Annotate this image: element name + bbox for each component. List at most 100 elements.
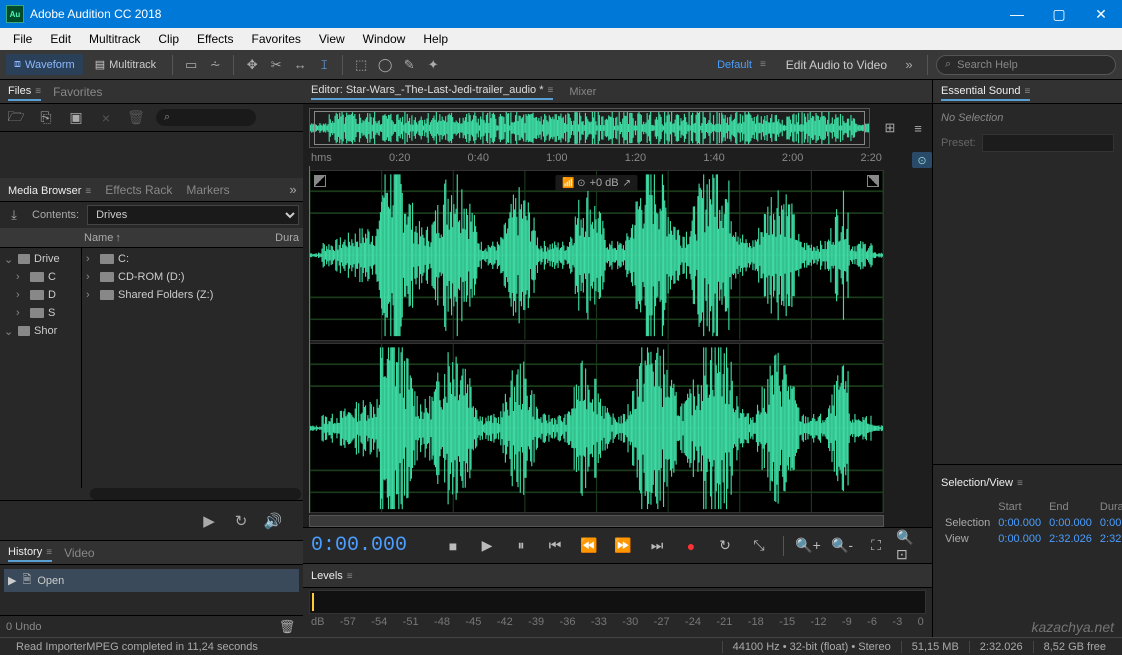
import-icon[interactable]: ⎘ xyxy=(36,108,56,128)
record-button[interactable]: ● xyxy=(677,534,705,558)
maximize-button[interactable]: ▢ xyxy=(1038,0,1080,28)
multitrack-mode-button[interactable]: ▤Multitrack xyxy=(87,54,164,75)
close-button[interactable]: ✕ xyxy=(1080,0,1122,28)
download-icon[interactable]: ⤓ xyxy=(4,205,24,225)
menu-view[interactable]: View xyxy=(310,28,354,50)
zoom-full-button[interactable]: ⛶ xyxy=(862,534,890,558)
go-end-button[interactable]: ⏭ xyxy=(643,534,671,558)
zoom-selection-button[interactable]: 🔍⊡ xyxy=(896,534,924,558)
channel-left[interactable]: 📶 ⊙ +0 dB ↗ dB-3-6-12-∞-12-6-3dB L xyxy=(309,170,884,341)
tab-markers[interactable]: Markers xyxy=(186,183,229,197)
tree-item[interactable]: ⌄Shor xyxy=(0,322,81,340)
channel-corner-tr-icon[interactable] xyxy=(867,175,879,187)
play-button[interactable]: ▶ xyxy=(473,534,501,558)
tree-item[interactable]: ›C: xyxy=(82,250,303,268)
preview-loop-icon[interactable]: ↻ xyxy=(231,511,251,531)
tree-item[interactable]: ›S xyxy=(0,304,81,322)
rewind-button[interactable]: ⏪ xyxy=(575,534,603,558)
search-help-input[interactable]: ⌕Search Help xyxy=(936,55,1116,75)
history-trash-icon[interactable]: 🗑 xyxy=(277,617,297,637)
loop-button[interactable]: ↻ xyxy=(711,534,739,558)
pitch-toggle-icon[interactable]: ⩪ xyxy=(205,55,225,75)
marquee-tool-icon[interactable]: ⬚ xyxy=(351,55,371,75)
skip-selection-button[interactable]: ⤡ xyxy=(745,534,773,558)
tab-favorites[interactable]: Favorites xyxy=(53,85,102,99)
menu-file[interactable]: File xyxy=(4,28,41,50)
waveform-icon: ⧈ xyxy=(14,58,21,71)
preview-play-icon[interactable]: ▶ xyxy=(199,511,219,531)
minimize-button[interactable]: — xyxy=(996,0,1038,28)
sort-asc-icon[interactable]: ↑ xyxy=(115,232,121,244)
status-message: Read ImporterMPEG completed in 11,24 sec… xyxy=(6,641,722,653)
tab-history[interactable]: History≡ xyxy=(8,544,52,562)
transport-bar: 0:00.000 ■ ▶ ⏸ ⏮ ⏪ ⏩ ⏭ ● ↻ ⤡ 🔍+ 🔍- ⛶ 🔍⊡ xyxy=(303,527,932,563)
menu-multitrack[interactable]: Multitrack xyxy=(80,28,149,50)
timecode-display[interactable]: 0:00.000 xyxy=(311,534,407,557)
editor-tabs: Editor: Star-Wars_-The-Last-Jedi-trailer… xyxy=(303,80,932,104)
files-search-input[interactable]: ⌕ xyxy=(156,109,256,126)
insert-icon[interactable]: ▣ xyxy=(66,108,86,128)
status-sample-format: 44100 Hz • 32-bit (float) • Stereo xyxy=(722,641,901,653)
list-icon[interactable]: ≡ xyxy=(908,118,928,138)
tab-mixer[interactable]: Mixer xyxy=(569,86,596,98)
lasso-tool-icon[interactable]: ◯ xyxy=(375,55,395,75)
pin-channel-icon[interactable]: ⊙ xyxy=(912,152,932,168)
heal-tool-icon[interactable]: ✦ xyxy=(423,55,443,75)
tab-effects-rack[interactable]: Effects Rack xyxy=(105,183,172,197)
channel-corner-tl-icon[interactable] xyxy=(314,175,326,187)
tree-item[interactable]: ›Shared Folders (Z:) xyxy=(82,286,303,304)
close-file-icon[interactable]: × xyxy=(96,108,116,128)
waveform-mode-button[interactable]: ⧈Waveform xyxy=(6,54,83,75)
workspace-overflow-icon[interactable]: » xyxy=(899,55,919,75)
pause-button[interactable]: ⏸ xyxy=(507,534,535,558)
waveform-overview[interactable] xyxy=(309,108,870,148)
navigator-icon[interactable]: ⊞ xyxy=(880,118,900,138)
preset-dropdown[interactable] xyxy=(982,134,1114,152)
menu-edit[interactable]: Edit xyxy=(41,28,80,50)
workspace-edit-audio-to-video[interactable]: Edit Audio to Video xyxy=(778,54,895,76)
playhead[interactable] xyxy=(309,166,310,513)
open-file-icon[interactable]: 🗁 xyxy=(6,108,26,128)
stop-button[interactable]: ■ xyxy=(439,534,467,558)
tab-editor-file[interactable]: Editor: Star-Wars_-The-Last-Jedi-trailer… xyxy=(311,84,553,100)
volume-hud[interactable]: 📶 ⊙ +0 dB ↗ xyxy=(556,175,637,191)
workspace-default[interactable]: Default≡ xyxy=(709,55,774,75)
tab-media-browser[interactable]: Media Browser≡ xyxy=(8,183,91,197)
status-file-size: 51,15 MB xyxy=(901,641,969,653)
tree-item[interactable]: ›CD-ROM (D:) xyxy=(82,268,303,286)
menu-effects[interactable]: Effects xyxy=(188,28,242,50)
brush-tool-icon[interactable]: ✎ xyxy=(399,55,419,75)
zoom-scrollbar[interactable] xyxy=(309,515,884,527)
tree-item[interactable]: ›C xyxy=(0,268,81,286)
menu-window[interactable]: Window xyxy=(354,28,415,50)
time-select-tool-icon[interactable]: 𝙸 xyxy=(314,55,334,75)
zoom-in-button[interactable]: 🔍+ xyxy=(794,534,822,558)
menu-help[interactable]: Help xyxy=(414,28,457,50)
tab-files[interactable]: Files≡ xyxy=(8,83,41,101)
menu-favorites[interactable]: Favorites xyxy=(243,28,310,50)
slip-tool-icon[interactable]: ↔ xyxy=(290,55,310,75)
menu-clip[interactable]: Clip xyxy=(149,28,188,50)
channel-right[interactable]: dB-3-6-12-∞-12-6-3dB R xyxy=(309,343,884,514)
panel-overflow-icon[interactable]: » xyxy=(283,180,303,200)
tab-levels[interactable]: Levels≡ xyxy=(311,568,353,584)
window-title: Adobe Audition CC 2018 xyxy=(30,7,996,21)
tree-item[interactable]: ›D xyxy=(0,286,81,304)
waveform-display[interactable]: 📶 ⊙ +0 dB ↗ dB-3-6-12-∞-12-6-3dB L dB-3-… xyxy=(309,170,884,513)
spectral-toggle-icon[interactable]: ▭ xyxy=(181,55,201,75)
time-ruler[interactable]: hms0:200:401:001:201:402:002:20 xyxy=(309,152,884,170)
razor-tool-icon[interactable]: ✂ xyxy=(266,55,286,75)
tab-essential-sound[interactable]: Essential Sound≡ xyxy=(941,83,1030,101)
tab-video[interactable]: Video xyxy=(64,546,94,560)
trash-icon[interactable]: 🗑 xyxy=(126,108,146,128)
zoom-out-button[interactable]: 🔍- xyxy=(828,534,856,558)
go-start-button[interactable]: ⏮ xyxy=(541,534,569,558)
history-item[interactable]: ▶🗎Open xyxy=(4,569,299,592)
forward-button[interactable]: ⏩ xyxy=(609,534,637,558)
move-tool-icon[interactable]: ✥ xyxy=(242,55,262,75)
tab-selection-view[interactable]: Selection/View≡ xyxy=(941,475,1023,491)
horizontal-scrollbar[interactable] xyxy=(90,488,301,500)
preview-autoplay-icon[interactable]: 🔊 xyxy=(263,511,283,531)
tree-item[interactable]: ⌄Drive xyxy=(0,250,81,268)
contents-dropdown[interactable]: Drives xyxy=(87,205,299,225)
